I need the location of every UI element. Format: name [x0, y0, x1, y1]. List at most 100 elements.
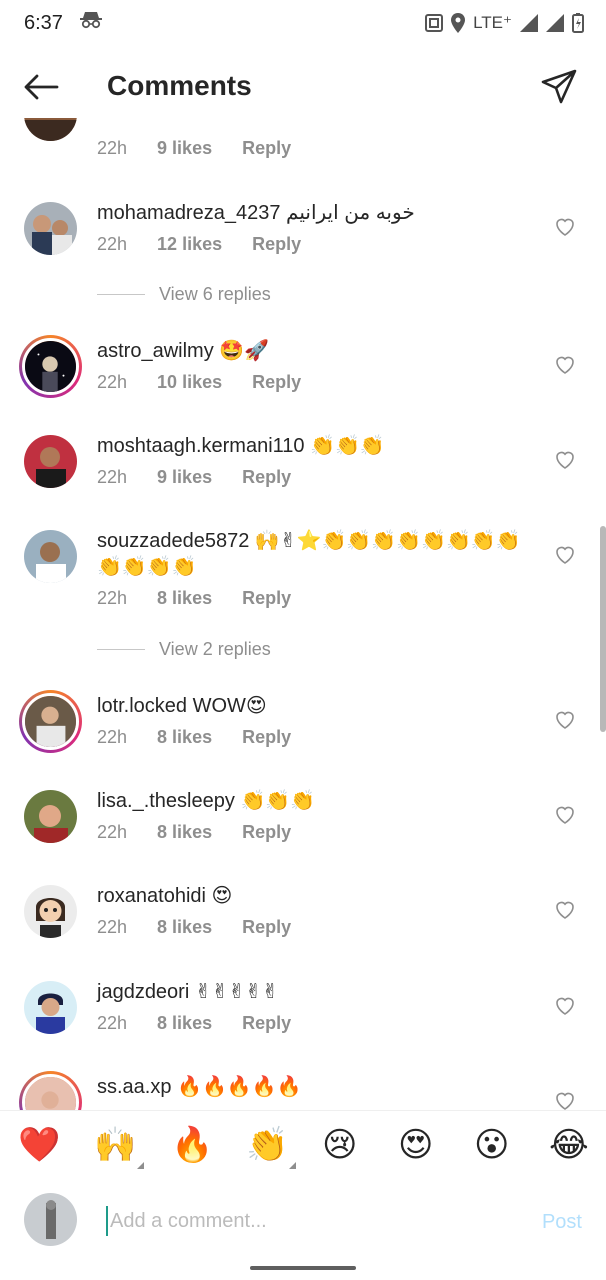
- likes-count[interactable]: 8 likes: [157, 588, 212, 609]
- reply-button[interactable]: Reply: [242, 138, 291, 159]
- status-left: 6:37: [24, 11, 103, 35]
- divider: [97, 649, 145, 650]
- comment-text: roxanatohidi 😍: [97, 883, 526, 909]
- comment-text: lotr.locked WOW😍: [97, 693, 526, 719]
- comment-meta: 22h 8 likes Reply: [97, 727, 291, 748]
- comment-username[interactable]: moshtaagh.kermani110: [97, 435, 305, 457]
- avatar[interactable]: [24, 202, 77, 255]
- comment-composer: Post: [0, 1182, 606, 1258]
- avatar[interactable]: [24, 435, 77, 488]
- status-bar: 6:37 LTE⁺: [0, 0, 606, 46]
- comment-username[interactable]: jagdzdeori: [97, 981, 189, 1003]
- comment-time: 22h: [97, 372, 128, 392]
- reply-button[interactable]: Reply: [242, 822, 291, 843]
- comment-username[interactable]: lotr.locked: [97, 695, 187, 717]
- post-button[interactable]: Post: [542, 1211, 582, 1234]
- reply-button[interactable]: Reply: [242, 917, 291, 938]
- avatar-story-ring[interactable]: [19, 1071, 82, 1110]
- emoji-fire[interactable]: 🔥: [171, 1125, 213, 1165]
- likes-count[interactable]: 9 likes: [157, 467, 212, 488]
- avatar-story-ring[interactable]: [19, 335, 82, 398]
- heart-icon[interactable]: [554, 899, 576, 921]
- likes-count[interactable]: 8 likes: [157, 727, 212, 748]
- comment-meta: 22h 12 likes Reply: [97, 234, 301, 255]
- emoji-heart-eyes[interactable]: 😍: [398, 1125, 433, 1165]
- heart-icon[interactable]: [554, 995, 576, 1017]
- comment-meta: 22h 9 likes Reply: [97, 138, 291, 159]
- comment-text: mohamadreza_4237 خوبه من ایرانیم: [97, 200, 526, 226]
- nfc-icon: [425, 14, 444, 32]
- likes-count[interactable]: 9 likes: [157, 138, 212, 159]
- comment-body: ✌✌✌✌✌: [194, 981, 279, 1003]
- signal-icon: [520, 14, 538, 32]
- back-button[interactable]: [20, 68, 62, 106]
- heart-icon[interactable]: [554, 544, 576, 566]
- location-icon: [451, 13, 466, 33]
- likes-count[interactable]: 10 likes: [157, 372, 222, 393]
- heart-icon[interactable]: [554, 216, 576, 238]
- avatar[interactable]: [24, 790, 77, 843]
- comment-text: astro_awilmy 🤩🚀: [97, 338, 526, 364]
- comment-username[interactable]: lisa._.thesleepy: [97, 790, 235, 812]
- likes-count[interactable]: 8 likes: [157, 917, 212, 938]
- comment-body: 👏👏👏: [310, 435, 385, 457]
- home-indicator[interactable]: [250, 1266, 356, 1270]
- emoji-surprised[interactable]: 😮: [474, 1125, 509, 1165]
- reply-button[interactable]: Reply: [252, 372, 301, 393]
- comment-time: 22h: [97, 138, 128, 158]
- avatar[interactable]: [24, 118, 77, 141]
- comment-text: souzzadede5872 🙌✌⭐👏👏👏👏👏👏👏👏👏👏👏👏: [97, 528, 526, 580]
- comment-time: 22h: [97, 822, 128, 842]
- emoji-raised-hands[interactable]: 🙌: [94, 1125, 145, 1169]
- avatar[interactable]: [24, 530, 77, 583]
- arrow-left-icon: [24, 74, 59, 100]
- comment-time: 22h: [97, 917, 128, 937]
- emoji-heart[interactable]: ❤️: [18, 1125, 60, 1165]
- reply-button[interactable]: Reply: [242, 727, 291, 748]
- likes-count[interactable]: 8 likes: [157, 822, 212, 843]
- incognito-icon: [79, 11, 103, 35]
- comment-username[interactable]: mohamadreza_4237: [97, 202, 280, 224]
- reply-button[interactable]: Reply: [252, 234, 301, 255]
- avatar[interactable]: [24, 981, 77, 1034]
- scrollbar[interactable]: [600, 526, 606, 732]
- comment-meta: 22h 8 likes Reply: [97, 822, 291, 843]
- comment-input[interactable]: [106, 1206, 506, 1236]
- page-title: Comments: [107, 70, 252, 101]
- view-replies-button[interactable]: View 2 replies: [97, 639, 271, 660]
- paper-plane-icon: [541, 69, 577, 104]
- comment-text: jagdzdeori ✌✌✌✌✌: [97, 979, 526, 1005]
- comment-text: moshtaagh.kermani110 👏👏👏: [97, 433, 526, 459]
- reply-button[interactable]: Reply: [242, 467, 291, 488]
- status-right: LTE⁺: [425, 13, 584, 33]
- comment-time: 22h: [97, 588, 128, 608]
- emoji-crying-face[interactable]: 😢: [322, 1125, 357, 1165]
- view-replies-button[interactable]: View 6 replies: [97, 284, 271, 305]
- comment-username[interactable]: souzzadede5872: [97, 530, 249, 552]
- comment-body: 🔥🔥🔥🔥🔥: [177, 1076, 302, 1098]
- heart-icon[interactable]: [554, 709, 576, 731]
- divider: [97, 294, 145, 295]
- avatar-story-ring[interactable]: [19, 690, 82, 753]
- emoji-tears-of-joy[interactable]: 😂: [549, 1125, 589, 1165]
- heart-icon[interactable]: [554, 1090, 576, 1110]
- comment-body: 🤩🚀: [219, 340, 270, 362]
- emoji-clapping-hands[interactable]: 👏: [246, 1125, 297, 1169]
- comment-username[interactable]: astro_awilmy: [97, 340, 214, 362]
- comments-list[interactable]: 22h 9 likes Reply mohamadreza_4237 خوبه …: [0, 118, 606, 1110]
- comment-time: 22h: [97, 467, 128, 487]
- reply-button[interactable]: Reply: [242, 588, 291, 609]
- heart-icon[interactable]: [554, 354, 576, 376]
- direct-share-button[interactable]: [540, 68, 580, 108]
- emoji-quick-bar: ❤️ 🙌 🔥 👏 😢 😍 😮 😂: [0, 1110, 606, 1182]
- avatar[interactable]: [24, 885, 77, 938]
- comment-username[interactable]: roxanatohidi: [97, 885, 206, 907]
- comment-meta: 22h 9 likes Reply: [97, 467, 291, 488]
- heart-icon[interactable]: [554, 804, 576, 826]
- heart-icon[interactable]: [554, 449, 576, 471]
- likes-count[interactable]: 12 likes: [157, 234, 222, 255]
- reply-button[interactable]: Reply: [242, 1013, 291, 1034]
- comment-username[interactable]: ss.aa.xp: [97, 1076, 171, 1098]
- likes-count[interactable]: 8 likes: [157, 1013, 212, 1034]
- comment-text: ss.aa.xp 🔥🔥🔥🔥🔥: [97, 1074, 526, 1100]
